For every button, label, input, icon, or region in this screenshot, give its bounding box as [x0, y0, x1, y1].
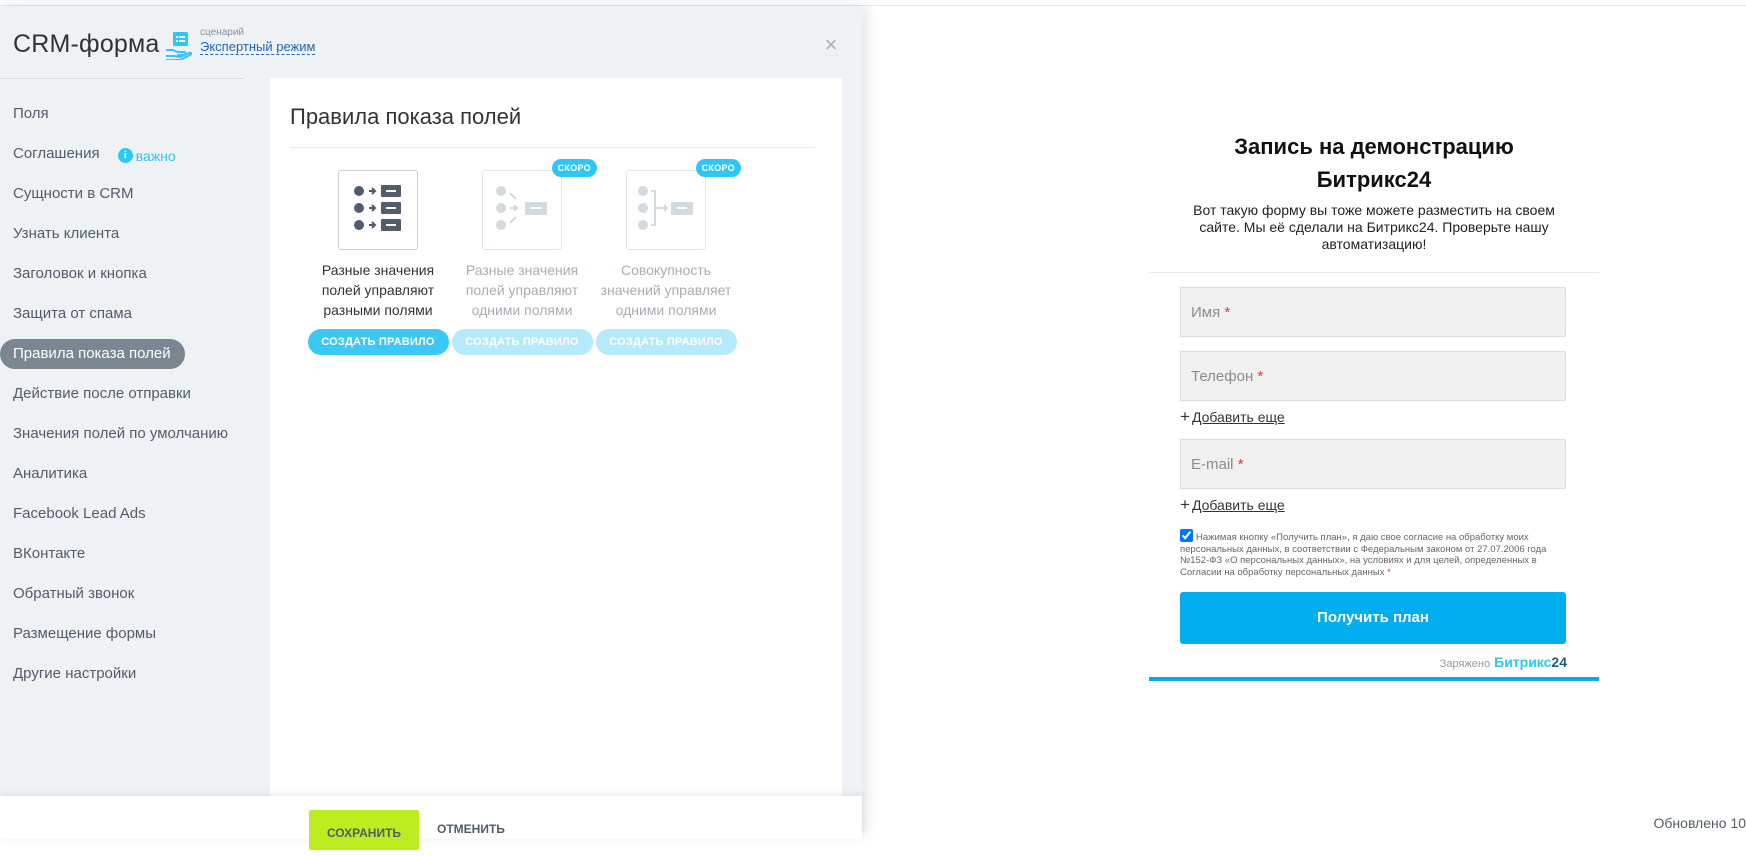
menu-item-callback[interactable]: Обратный звонок — [0, 579, 270, 609]
menu-item-agreements[interactable]: Соглашения i важно — [0, 139, 270, 169]
plus-icon: + — [1180, 495, 1190, 514]
cancel-button[interactable]: ОТМЕНИТЬ — [437, 822, 505, 836]
plus-icon: + — [1180, 407, 1190, 426]
menu-item-facebook-lead-ads[interactable]: Facebook Lead Ads — [0, 499, 270, 529]
soon-badge: СКОРО — [695, 159, 741, 177]
rule-list-arrows-icon — [354, 185, 401, 231]
email-field[interactable]: E-mail * — [1180, 439, 1566, 489]
menu-item-label: Соглашения — [13, 145, 100, 162]
rule-tile: СКОРО — [626, 159, 741, 250]
menu-item-label: Размещение формы — [13, 625, 157, 642]
bitrix24-logo[interactable]: Битрикс24 — [1494, 654, 1567, 670]
field-rules-card: Правила показа полей Разные значения пол… — [270, 78, 842, 798]
email-field-placeholder: E-mail — [1191, 456, 1234, 473]
create-rule-button: СОЗДАТЬ ПРАВИЛО — [595, 329, 737, 355]
important-hint-label: важно — [135, 147, 176, 164]
menu-item-vkontakte[interactable]: ВКонтакте — [0, 539, 270, 569]
menu-item-spam-protection[interactable]: Защита от спама — [0, 299, 270, 329]
settings-menu: Поля Соглашения i важно Сущности в CRM У… — [0, 99, 270, 699]
updated-status: Обновлено 10 — [1653, 815, 1746, 831]
form-preview: Запись на демонстрацию Битрикс24 Вот так… — [1149, 130, 1599, 681]
menu-item-label: Действие после отправки — [13, 385, 191, 402]
menu-item-after-submit[interactable]: Действие после отправки — [0, 379, 270, 409]
card-divider — [290, 147, 815, 148]
phone-field[interactable]: Телефон * — [1180, 351, 1566, 401]
menu-item-label: ВКонтакте — [13, 545, 86, 562]
brand-number: 24 — [1551, 654, 1567, 670]
form-subtitle: Вот такую форму вы тоже можете разместит… — [1193, 202, 1555, 252]
menu-item-label: Аналитика — [13, 465, 88, 482]
menu-item-header-button[interactable]: Заголовок и кнопка — [0, 259, 270, 289]
get-plan-button[interactable]: Получить план — [1180, 592, 1566, 644]
phone-field-placeholder: Телефон — [1191, 368, 1254, 385]
consent-block: Нажимая кнопку «Получить план», я даю св… — [1180, 529, 1570, 578]
menu-item-label: Узнать клиента — [13, 225, 120, 242]
menu-item-crm-entities[interactable]: Сущности в CRM — [0, 179, 270, 209]
menu-item-label: Защита от спама — [13, 305, 133, 322]
menu-item-default-values[interactable]: Значения полей по умолчанию — [0, 419, 270, 449]
name-field-placeholder: Имя — [1191, 304, 1221, 321]
menu-item-other-settings[interactable]: Другие настройки — [0, 659, 270, 689]
card-title: Правила показа полей — [290, 104, 522, 129]
required-mark: * — [1257, 368, 1264, 385]
name-field[interactable]: Имя * — [1180, 287, 1566, 337]
crm-form-slider-panel: CRM-форма сценарий Экспертный режим × По… — [0, 6, 862, 850]
rule-description: Совокупность значений управляет одними п… — [600, 262, 732, 318]
menu-item-form-placement[interactable]: Размещение формы — [0, 619, 270, 649]
rule-option-combined-values: СКОРО Совокупность значений управляет од… — [591, 159, 741, 355]
rule-option-different-values-same-fields: СКОРО Разные значения полей управляют од… — [447, 159, 597, 355]
form-bottom-bar — [1149, 677, 1599, 681]
brand-name: Битрикс — [1494, 654, 1552, 670]
consent-text: Нажимая кнопку «Получить план», я даю св… — [1180, 532, 1547, 578]
scenario-hand-icon — [164, 30, 193, 61]
required-mark: * — [1387, 566, 1391, 578]
menu-item-identify-client[interactable]: Узнать клиента — [0, 219, 270, 249]
required-mark: * — [1237, 456, 1244, 473]
powered-by: Заряжено Битрикс24 — [1149, 654, 1567, 670]
create-rule-button[interactable]: СОЗДАТЬ ПРАВИЛО — [307, 329, 449, 355]
menu-divider — [0, 78, 244, 79]
form-title: Запись на демонстрацию Битрикс24 — [1234, 134, 1514, 192]
menu-item-label: Поля — [13, 105, 49, 122]
rule-tile: СКОРО — [482, 159, 597, 250]
menu-item-label: Другие настройки — [13, 665, 137, 682]
add-more-label: Добавить еще — [1191, 497, 1285, 513]
menu-item-field-rules[interactable]: Правила показа полей — [0, 339, 185, 369]
close-icon[interactable]: × — [822, 34, 840, 56]
rule-tile[interactable] — [338, 170, 418, 250]
save-button[interactable]: СОХРАНИТЬ — [309, 810, 419, 850]
menu-item-fields[interactable]: Поля — [0, 99, 270, 129]
menu-item-label: Facebook Lead Ads — [13, 505, 146, 522]
rule-merge-icon — [496, 186, 547, 230]
add-more-label: Добавить еще — [1191, 409, 1285, 425]
rule-combine-icon — [638, 186, 693, 230]
add-phone-link[interactable]: + Добавить еще — [1180, 407, 1599, 427]
menu-item-label: Значения полей по умолчанию — [13, 425, 229, 442]
scenario-caption: сценарий — [200, 27, 244, 38]
menu-item-field-rules-row: Правила показа полей — [0, 339, 270, 369]
important-hint[interactable]: i важно — [117, 141, 176, 171]
rule-description: Разные значения полей управляют одними п… — [465, 262, 579, 318]
create-rule-button: СОЗДАТЬ ПРАВИЛО — [451, 329, 593, 355]
form-divider — [1149, 272, 1599, 273]
panel-title: CRM-форма — [13, 30, 160, 58]
info-icon: i — [117, 148, 133, 163]
add-email-link[interactable]: + Добавить еще — [1180, 495, 1599, 515]
rule-option-different-fields: Разные значения полей управляют разными … — [303, 170, 453, 355]
menu-item-analytics[interactable]: Аналитика — [0, 459, 270, 489]
consent-checkbox[interactable] — [1180, 529, 1193, 542]
required-mark: * — [1224, 304, 1231, 321]
powered-by-label: Заряжено — [1439, 658, 1491, 670]
menu-item-label: Заголовок и кнопка — [13, 265, 147, 282]
menu-item-label: Сущности в CRM — [13, 185, 134, 202]
menu-item-label: Обратный звонок — [13, 585, 135, 602]
expert-mode-link[interactable]: Экспертный режим — [200, 39, 316, 55]
rule-description: Разные значения полей управляют разными … — [321, 262, 435, 318]
